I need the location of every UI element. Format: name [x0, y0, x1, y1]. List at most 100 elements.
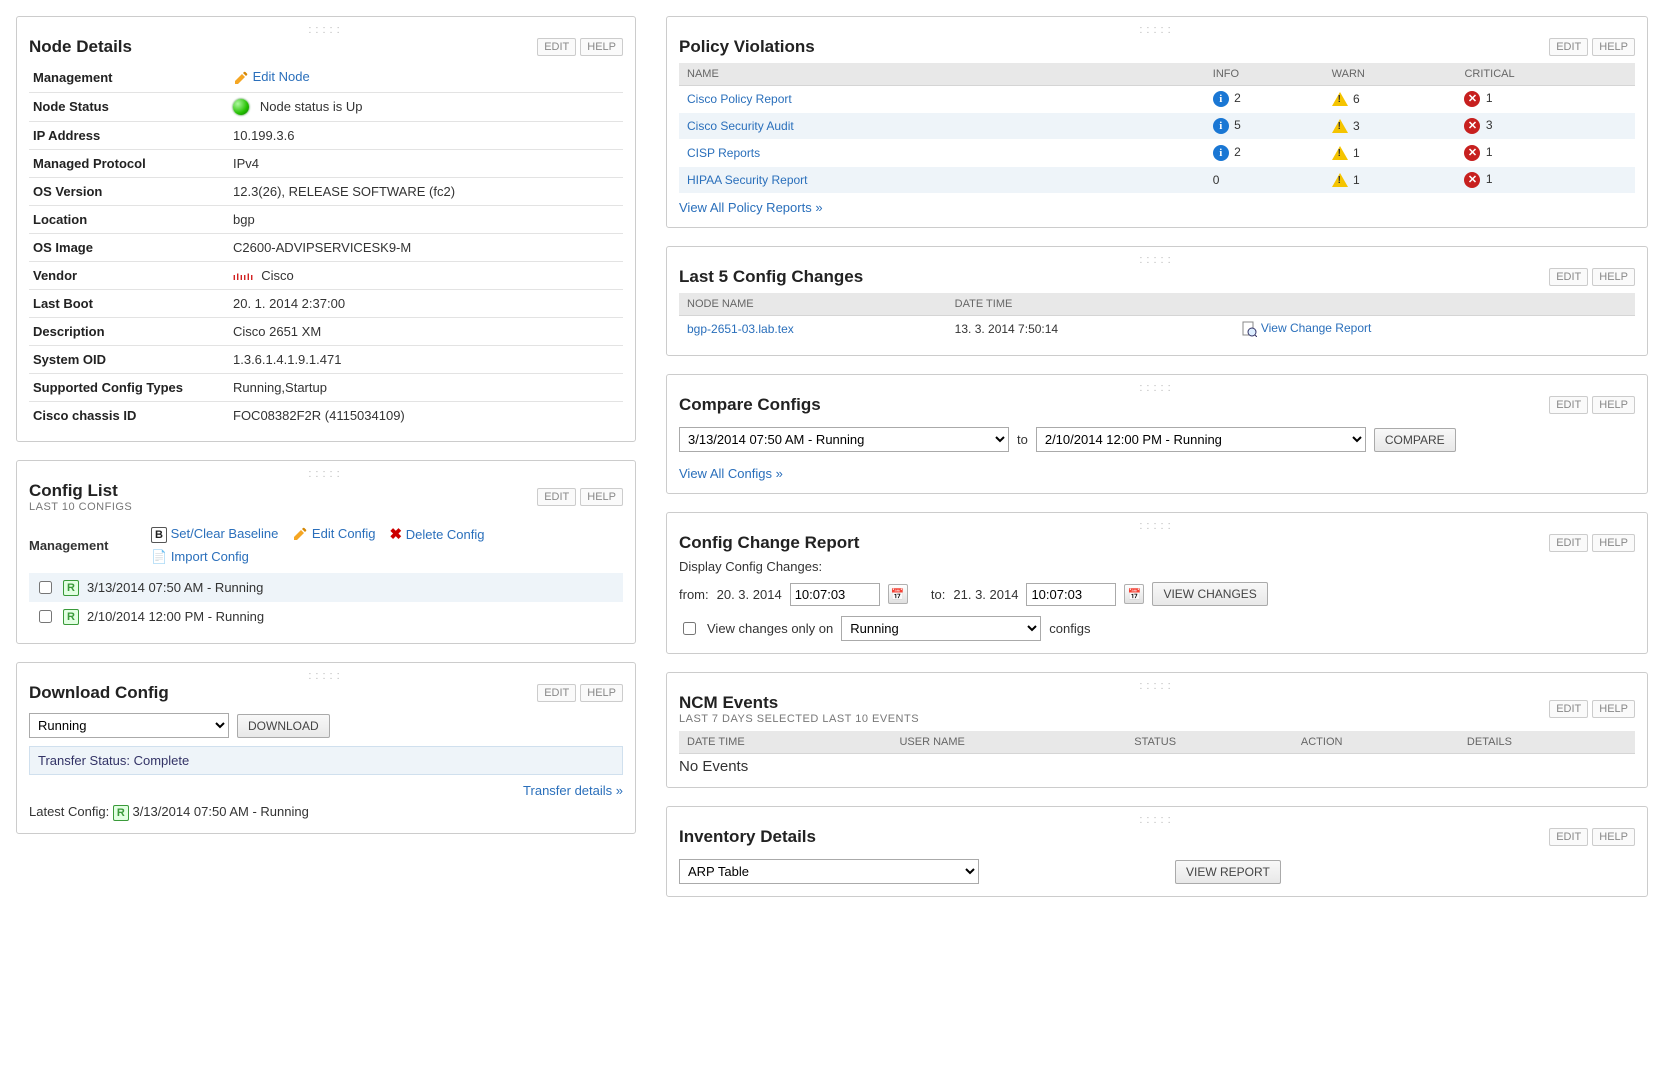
help-button[interactable]: HELP: [580, 488, 623, 506]
download-config-panel: ::::: Download Config EDIT HELP Running …: [16, 662, 636, 834]
edit-button[interactable]: EDIT: [1549, 700, 1588, 718]
drag-handle[interactable]: :::::: [29, 27, 623, 35]
critical-icon: ✕: [1464, 91, 1480, 107]
view-all-configs-link[interactable]: View All Configs »: [679, 466, 783, 481]
panel-title: Config Change Report: [679, 533, 1549, 553]
col-name: NAME: [679, 63, 1205, 86]
edit-button[interactable]: EDIT: [1549, 534, 1588, 552]
panel-subtitle: LAST 7 DAYS SELECTED LAST 10 EVENTS: [679, 713, 1549, 725]
only-on-select[interactable]: Running: [841, 616, 1041, 641]
table-row[interactable]: Cisco Security Audit i 5 3 ✕ 3: [679, 113, 1635, 140]
config-item[interactable]: R 3/13/2014 07:50 AM - Running: [29, 573, 623, 602]
last5-panel: ::::: Last 5 Config Changes EDITHELP NOD…: [666, 246, 1648, 356]
view-all-policy-link[interactable]: View All Policy Reports »: [679, 200, 823, 215]
value: 10.199.3.6: [229, 122, 623, 150]
help-button[interactable]: HELP: [1592, 268, 1635, 286]
node-details-panel: ::::: Node Details EDIT HELP Management …: [16, 16, 636, 442]
from-time-input[interactable]: [790, 583, 880, 606]
view-report-button[interactable]: VIEW REPORT: [1175, 860, 1281, 884]
table-row[interactable]: HIPAA Security Report 0 1 ✕ 1: [679, 167, 1635, 194]
value: IPv4: [229, 150, 623, 178]
edit-button[interactable]: EDIT: [1549, 828, 1588, 846]
to-time-input[interactable]: [1026, 583, 1116, 606]
config-type-select[interactable]: Running: [29, 713, 229, 738]
value: bgp: [229, 206, 623, 234]
warning-icon: [1332, 119, 1348, 133]
label: Vendor: [29, 262, 229, 290]
drag-handle[interactable]: :::::: [679, 257, 1635, 265]
drag-handle[interactable]: :::::: [679, 683, 1635, 691]
edit-button[interactable]: EDIT: [537, 38, 576, 56]
col-user: USER NAME: [891, 731, 1126, 754]
no-events-text: No Events: [679, 758, 1635, 775]
col-warn: WARN: [1324, 63, 1457, 86]
calendar-icon[interactable]: 📅: [1124, 584, 1144, 604]
warning-icon: [1332, 146, 1348, 160]
drag-handle[interactable]: :::::: [679, 817, 1635, 825]
label: Last Boot: [29, 290, 229, 318]
help-button[interactable]: HELP: [580, 684, 623, 702]
col-action: ACTION: [1293, 731, 1459, 754]
compare-to-select[interactable]: 2/10/2014 12:00 PM - Running: [1036, 427, 1366, 452]
edit-node-link[interactable]: Edit Node: [253, 69, 310, 84]
edit-button[interactable]: EDIT: [1549, 38, 1588, 56]
label: Description: [29, 318, 229, 346]
help-button[interactable]: HELP: [1592, 38, 1635, 56]
running-config-icon: R: [113, 805, 129, 821]
info-icon: i: [1213, 145, 1229, 161]
download-button[interactable]: DOWNLOAD: [237, 714, 330, 738]
table-row[interactable]: CISP Reports i 2 1 ✕ 1: [679, 140, 1635, 167]
panel-title: NCM Events: [679, 693, 1549, 713]
drag-handle[interactable]: :::::: [29, 471, 623, 479]
edit-button[interactable]: EDIT: [1549, 396, 1588, 414]
warning-icon: [1332, 92, 1348, 106]
help-button[interactable]: HELP: [1592, 828, 1635, 846]
help-button[interactable]: HELP: [1592, 396, 1635, 414]
help-button[interactable]: HELP: [580, 38, 623, 56]
compare-button[interactable]: COMPARE: [1374, 428, 1456, 452]
drag-handle[interactable]: :::::: [679, 523, 1635, 531]
value: FOC08382F2R (4115034109): [229, 402, 623, 430]
compare-from-select[interactable]: 3/13/2014 07:50 AM - Running: [679, 427, 1009, 452]
node-link[interactable]: bgp-2651-03.lab.tex: [687, 322, 794, 336]
config-item[interactable]: R 2/10/2014 12:00 PM - Running: [29, 602, 623, 631]
drag-handle[interactable]: :::::: [679, 385, 1635, 393]
ncm-events-panel: ::::: NCM Events LAST 7 DAYS SELECTED LA…: [666, 672, 1648, 788]
col-node: NODE NAME: [679, 293, 947, 316]
edit-button[interactable]: EDIT: [1549, 268, 1588, 286]
critical-icon: ✕: [1464, 172, 1480, 188]
latest-config-value: 3/13/2014 07:50 AM - Running: [132, 804, 308, 819]
config-item-checkbox[interactable]: [39, 581, 52, 594]
edit-button[interactable]: EDIT: [537, 488, 576, 506]
panel-title: Config List: [29, 481, 537, 501]
calendar-icon[interactable]: 📅: [888, 584, 908, 604]
transfer-details-link[interactable]: Transfer details »: [523, 783, 623, 798]
import-config-link[interactable]: 📄 Import Config: [151, 549, 249, 565]
label: IP Address: [29, 122, 229, 150]
delete-config-link[interactable]: ✖ Delete Config: [390, 525, 485, 543]
value: 13. 3. 2014 7:50:14: [947, 316, 1234, 343]
edit-config-link[interactable]: Edit Config: [292, 526, 375, 543]
inventory-select[interactable]: ARP Table: [679, 859, 979, 884]
label: System OID: [29, 346, 229, 374]
label: OS Image: [29, 234, 229, 262]
edit-button[interactable]: EDIT: [537, 684, 576, 702]
view-change-report-link[interactable]: View Change Report: [1261, 321, 1372, 335]
table-row[interactable]: Cisco Policy Report i 2 6 ✕ 1: [679, 86, 1635, 113]
drag-handle[interactable]: :::::: [679, 27, 1635, 35]
set-baseline-link[interactable]: B Set/Clear Baseline: [151, 526, 278, 543]
from-label: from:: [679, 587, 709, 602]
help-button[interactable]: HELP: [1592, 700, 1635, 718]
label: Managed Protocol: [29, 150, 229, 178]
pencil-icon: [233, 70, 249, 86]
help-button[interactable]: HELP: [1592, 534, 1635, 552]
label: Management: [29, 538, 139, 553]
drag-handle[interactable]: :::::: [29, 673, 623, 681]
panel-title: Download Config: [29, 683, 537, 703]
only-on-checkbox[interactable]: [683, 622, 696, 635]
config-item-checkbox[interactable]: [39, 610, 52, 623]
view-changes-button[interactable]: VIEW CHANGES: [1152, 582, 1267, 606]
panel-title: Compare Configs: [679, 395, 1549, 415]
col-dt: DATE TIME: [947, 293, 1234, 316]
config-item-label: 2/10/2014 12:00 PM - Running: [87, 609, 264, 624]
